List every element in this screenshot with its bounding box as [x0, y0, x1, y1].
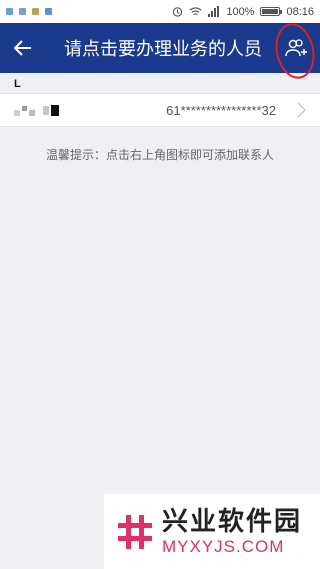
id-number: 61****************32 [166, 103, 276, 118]
status-bar: 100% 08:16 [0, 0, 320, 23]
watermark-logo-icon [116, 512, 154, 551]
watermark-name: 兴业软件园 [162, 506, 303, 537]
signal-icon [208, 6, 220, 17]
battery-icon [260, 7, 283, 16]
notification-icons [6, 8, 52, 15]
notification-icon [19, 8, 26, 15]
chevron-right-icon [297, 102, 306, 118]
wifi-icon [189, 7, 202, 16]
list-item[interactable]: 61****************32 [0, 93, 320, 127]
watermark: 兴业软件园 MYXYJS.COM [104, 494, 320, 569]
clock: 08:16 [286, 5, 314, 18]
red-circle-annotation [270, 19, 320, 83]
page-title: 请点击要办理业务的人员 [64, 39, 262, 59]
alarm-icon [173, 7, 183, 17]
add-contact-button[interactable] [270, 19, 320, 83]
battery-percent: 100% [226, 5, 255, 18]
section-header: L [14, 78, 21, 90]
arrow-left-icon [14, 40, 31, 56]
tip-text: 温馨提示：点击右上角图标即可添加联系人 [45, 148, 274, 162]
notification-icon [6, 8, 13, 15]
notification-icon [32, 8, 39, 15]
back-button[interactable] [0, 23, 46, 73]
notification-icon [45, 8, 52, 15]
watermark-url: MYXYJS.COM [162, 536, 285, 556]
app-header: 请点击要办理业务的人员 [0, 19, 320, 83]
redacted-name [14, 104, 59, 116]
